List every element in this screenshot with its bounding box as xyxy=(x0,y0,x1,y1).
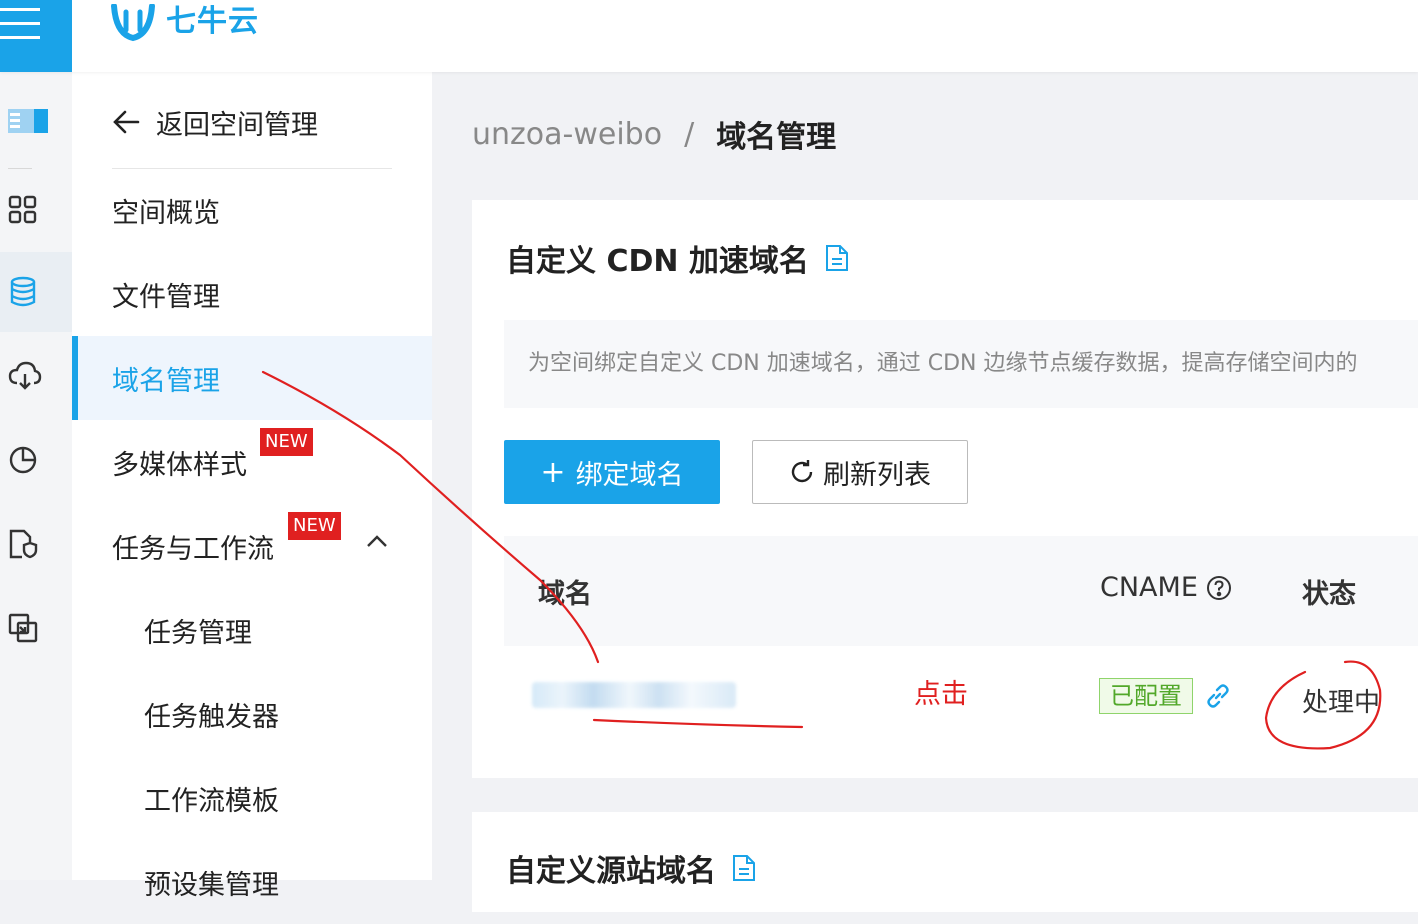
logo[interactable]: 七牛云 xyxy=(108,0,259,44)
table-header: 域名 CNAME 状态 xyxy=(504,536,1418,646)
nav-label: 任务触发器 xyxy=(144,701,279,733)
section-title-text: 自定义源站域名 xyxy=(506,854,716,889)
nav-label: 文件管理 xyxy=(112,281,220,313)
top-bar: 七牛云 xyxy=(0,0,1418,72)
refresh-icon xyxy=(791,460,813,483)
qiniu-logo-icon xyxy=(111,4,155,42)
new-badge: NEW xyxy=(288,512,341,540)
breadcrumb-separator: / xyxy=(684,116,695,152)
apps-grid-icon[interactable] xyxy=(0,170,72,250)
arrow-left-icon xyxy=(113,110,140,134)
new-badge: NEW xyxy=(260,428,313,456)
link-icon[interactable] xyxy=(1204,682,1232,710)
button-label: 刷新列表 xyxy=(823,459,931,491)
nav-preset-management[interactable]: 预设集管理 xyxy=(72,840,432,924)
column-cname: CNAME xyxy=(1100,572,1232,603)
storage-icon[interactable] xyxy=(0,80,72,160)
plus-icon: + xyxy=(540,454,566,490)
back-to-space-link[interactable]: 返回空间管理 xyxy=(112,92,318,152)
brand-name: 七牛云 xyxy=(166,4,259,39)
nav-label: 工作流模板 xyxy=(144,785,279,817)
nav-workflow-templates[interactable]: 工作流模板 xyxy=(72,756,432,840)
hamburger-menu-icon[interactable] xyxy=(0,0,72,72)
nav-label: 任务管理 xyxy=(144,617,252,649)
column-domain: 域名 xyxy=(538,579,592,610)
cloud-icon[interactable] xyxy=(0,336,72,416)
cname-configured-tag: 已配置 xyxy=(1099,678,1193,714)
bind-domain-button[interactable]: + 绑定域名 xyxy=(504,440,720,504)
origin-domain-card: 自定义源站域名 xyxy=(472,812,1418,912)
nav-tasks-workflows[interactable]: 任务与工作流 NEW xyxy=(72,504,432,588)
file-shield-icon[interactable] xyxy=(0,504,72,584)
nav-task-management[interactable]: 任务管理 xyxy=(72,588,432,672)
breadcrumb-space[interactable]: unzoa-weibo xyxy=(472,117,662,152)
transfer-icon[interactable] xyxy=(0,588,72,668)
column-status: 状态 xyxy=(1302,579,1356,610)
column-cname-label: CNAME xyxy=(1100,572,1198,603)
space-sidebar: 返回空间管理 空间概览 文件管理 域名管理 多媒体样式 NEW 任务与工作流 N… xyxy=(72,72,432,901)
help-circle-icon[interactable] xyxy=(1206,575,1232,601)
nav-label: 域名管理 xyxy=(112,365,220,397)
status-processing: 处理中 xyxy=(1302,688,1381,718)
click-annotation: 点击 xyxy=(914,679,968,710)
domain-link-redacted[interactable] xyxy=(532,682,736,708)
refresh-list-button[interactable]: 刷新列表 xyxy=(752,440,968,504)
nav-label: 空间概览 xyxy=(112,197,220,229)
breadcrumb: unzoa-weibo / 域名管理 xyxy=(472,112,836,156)
pie-chart-icon[interactable] xyxy=(0,420,72,500)
icon-rail xyxy=(0,72,72,880)
nav-media-styles[interactable]: 多媒体样式 NEW xyxy=(72,420,432,504)
nav-label: 任务与工作流 xyxy=(112,533,274,565)
nav-space-overview[interactable]: 空间概览 xyxy=(72,168,432,252)
button-label: 绑定域名 xyxy=(575,459,684,491)
document-icon[interactable] xyxy=(732,854,756,882)
rail-divider xyxy=(8,168,32,169)
document-icon[interactable] xyxy=(825,244,849,272)
breadcrumb-current: 域名管理 xyxy=(716,120,837,155)
nav-task-triggers[interactable]: 任务触发器 xyxy=(72,672,432,756)
nav-file-management[interactable]: 文件管理 xyxy=(72,252,432,336)
back-label: 返回空间管理 xyxy=(156,109,318,141)
nav-label: 预设集管理 xyxy=(144,869,279,901)
chevron-up-icon[interactable] xyxy=(366,534,388,548)
cdn-domain-card: 自定义 CDN 加速域名 为空间绑定自定义 CDN 加速域名，通过 CDN 边缘… xyxy=(472,200,1418,778)
origin-section-title: 自定义源站域名 xyxy=(506,846,756,890)
nav-label: 多媒体样式 xyxy=(112,449,247,481)
info-banner: 为空间绑定自定义 CDN 加速域名，通过 CDN 边缘节点缓存数据，提高存储空间… xyxy=(504,320,1418,408)
cdn-section-title: 自定义 CDN 加速域名 xyxy=(506,236,849,280)
nav-domain-management[interactable]: 域名管理 xyxy=(72,336,432,420)
table-row: 点击 已配置 处理中 xyxy=(504,646,1418,746)
section-title-text: 自定义 CDN 加速域名 xyxy=(506,244,809,279)
database-icon[interactable] xyxy=(0,252,72,332)
